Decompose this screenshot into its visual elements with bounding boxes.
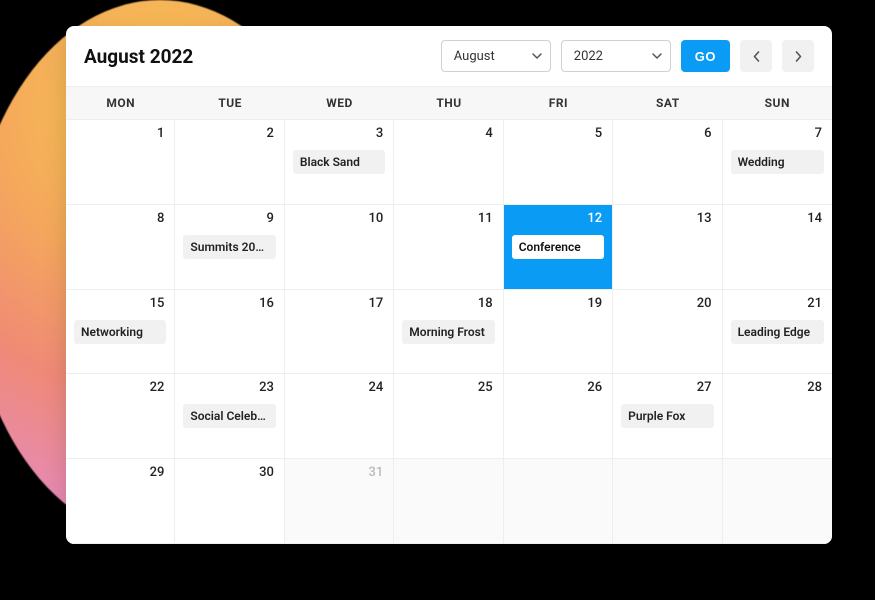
weekday-header: MON TUE WED THU FRI SAT SUN [66,86,832,120]
day-number: 24 [369,380,384,395]
day-number: 5 [595,126,602,141]
calendar-title: August 2022 [84,45,431,68]
day-number: 9 [266,211,273,226]
chevron-right-icon [795,51,802,62]
chevron-left-icon [753,51,760,62]
day-number: 26 [587,380,602,395]
calendar-cell[interactable]: 30 [175,459,284,544]
weekday-label: FRI [504,87,613,119]
day-number: 13 [697,211,712,226]
weekday-label: THU [394,87,503,119]
event-chip[interactable]: Social Celebr... [183,404,275,428]
day-number: 22 [150,380,165,395]
calendar-cell[interactable]: 11 [394,205,503,290]
event-chip[interactable]: Summits 2022 [183,235,275,259]
calendar-cell[interactable]: 26 [504,374,613,459]
day-number: 2 [266,126,273,141]
day-number: 31 [369,465,384,480]
day-number: 6 [704,126,711,141]
day-number: 29 [150,465,165,480]
day-number: 7 [815,126,822,141]
day-number: 1 [157,126,164,141]
calendar-cell[interactable]: 19 [504,290,613,375]
event-chip[interactable]: Black Sand [293,150,385,174]
day-number: 28 [807,380,822,395]
calendar-cell[interactable]: 8 [66,205,175,290]
calendar-cell[interactable] [504,459,613,544]
day-number: 20 [697,296,712,311]
calendar-cell[interactable]: 14 [723,205,832,290]
calendar-cell[interactable] [723,459,832,544]
calendar-cell[interactable]: 24 [285,374,394,459]
day-number: 30 [259,465,274,480]
calendar-cell[interactable]: 21 Leading Edge [723,290,832,375]
calendar-cell[interactable]: 6 [613,120,722,205]
event-chip[interactable]: Networking [74,320,166,344]
go-button[interactable]: GO [681,40,730,72]
calendar-cell[interactable]: 17 [285,290,394,375]
calendar-cell[interactable] [394,459,503,544]
calendar-cell[interactable]: 16 [175,290,284,375]
calendar-cell[interactable]: 18 Morning Frost [394,290,503,375]
calendar-grid: 123Black Sand4567Wedding89Summits 202210… [66,120,832,544]
next-button[interactable] [782,40,814,72]
calendar-cell[interactable]: 12 Conference [504,205,613,290]
calendar-cell[interactable]: 4 [394,120,503,205]
calendar-cell[interactable]: 31 [285,459,394,544]
event-chip[interactable]: Purple Fox [621,404,713,428]
year-select-value: 2022 [574,49,603,64]
day-number: 8 [157,211,164,226]
weekday-label: WED [285,87,394,119]
prev-button[interactable] [740,40,772,72]
calendar-header: August 2022 August 2022 GO [66,26,832,86]
weekday-label: SAT [613,87,722,119]
event-chip[interactable]: Morning Frost [402,320,494,344]
calendar-cell[interactable]: 22 [66,374,175,459]
calendar-cell[interactable]: 20 [613,290,722,375]
day-number: 3 [376,126,383,141]
day-number: 23 [259,380,274,395]
month-select-value: August [454,49,495,64]
calendar-cell[interactable]: 15 Networking [66,290,175,375]
day-number: 16 [259,296,274,311]
calendar-cell[interactable]: 2 [175,120,284,205]
event-chip[interactable]: Wedding [731,150,824,174]
day-number: 18 [478,296,493,311]
calendar-cell[interactable]: 25 [394,374,503,459]
calendar-cell[interactable]: 27 Purple Fox [613,374,722,459]
weekday-label: TUE [175,87,284,119]
day-number: 19 [587,296,602,311]
day-number: 10 [369,211,384,226]
event-chip[interactable]: Leading Edge [731,320,824,344]
day-number: 12 [587,211,602,226]
year-select[interactable]: 2022 [561,40,671,72]
day-number: 15 [150,296,165,311]
calendar-cell[interactable]: 5 [504,120,613,205]
chevron-down-icon [652,53,662,59]
weekday-label: SUN [723,87,832,119]
calendar-cell[interactable]: 3 Black Sand [285,120,394,205]
day-number: 25 [478,380,493,395]
calendar-cell[interactable]: 1 [66,120,175,205]
calendar-cell[interactable]: 28 [723,374,832,459]
calendar-cell[interactable]: 10 [285,205,394,290]
calendar-card: August 2022 August 2022 GO MON TU [66,26,832,544]
weekday-label: MON [66,87,175,119]
chevron-down-icon [532,53,542,59]
event-chip[interactable]: Conference [512,235,604,259]
calendar-cell[interactable]: 9 Summits 2022 [175,205,284,290]
day-number: 11 [478,211,493,226]
day-number: 14 [807,211,822,226]
calendar-cell[interactable]: 13 [613,205,722,290]
month-select[interactable]: August [441,40,551,72]
day-number: 21 [807,296,822,311]
calendar-cell[interactable]: 29 [66,459,175,544]
day-number: 4 [485,126,492,141]
day-number: 27 [697,380,712,395]
calendar-cell[interactable] [613,459,722,544]
day-number: 17 [369,296,384,311]
calendar-cell[interactable]: 23 Social Celebr... [175,374,284,459]
calendar-cell[interactable]: 7 Wedding [723,120,832,205]
